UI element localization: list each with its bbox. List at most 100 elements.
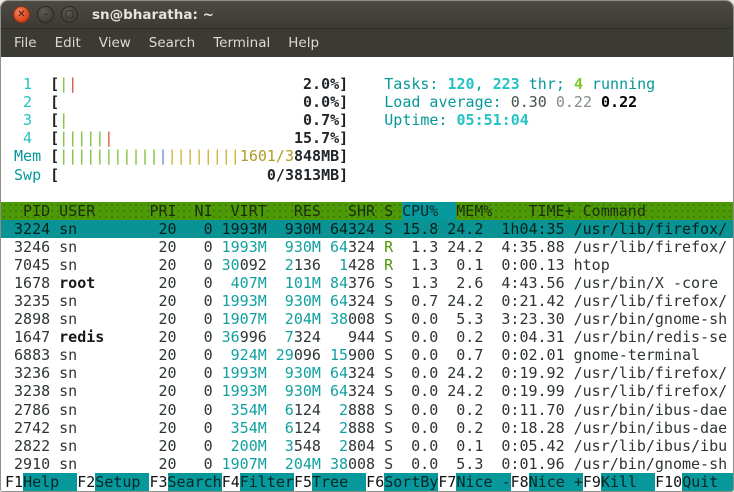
- command-cell: /usr/bin/X -core: [573, 273, 719, 292]
- meter-bar: |: [104, 129, 114, 148]
- process-row[interactable]: 6883 sn 20 0 924M 29096 15900 S 0.0 0.7 0:02.01 gno…: [1, 346, 733, 364]
- process-row[interactable]: 2898 sn 20 0 1907M 204M 38008 S 0.0 5.3 3:23.30/us…: [1, 310, 733, 328]
- uptime-part: 05:51:04: [456, 111, 529, 130]
- menu-file[interactable]: File: [5, 31, 46, 55]
- title-bar[interactable]: ✕ – ▢ sn@bharatha: ~: [1, 1, 733, 29]
- column-header-user[interactable]: USER: [59, 202, 140, 220]
- command-cell: /usr/bin/gnome-sh: [573, 310, 728, 329]
- res-value-kb: 124: [293, 418, 321, 437]
- virt-value-mb: 354M: [230, 418, 267, 437]
- shr-value-mb: 64: [329, 219, 348, 238]
- process-row[interactable]: 2910 sn 20 0 1907M 204M 38008 S 0.0 5.3 0:01.96/us…: [1, 455, 733, 473]
- process-row[interactable]: 1678 root 20 0 407M 101M 84376 S 1.3 2.6 4:43.56/u…: [1, 274, 733, 292]
- virt-value-mb: 200M: [230, 436, 267, 455]
- fkey-f6[interactable]: F6SortBy: [366, 472, 438, 491]
- cpu1-meter-line: 1 [|| 2.0%] Tasks: 120, 223 thr; 4 runnin…: [1, 75, 733, 93]
- column-header-res[interactable]: RES: [276, 202, 321, 220]
- cpu-percent-cell: 0.0: [411, 454, 439, 473]
- minimize-button[interactable]: –: [37, 6, 54, 23]
- maximize-button[interactable]: ▢: [61, 6, 78, 23]
- cpu2-label: 2: [5, 93, 51, 112]
- process-row[interactable]: 3238 sn 20 0 1993M 930M 64324 S 0.0 24.2 0:19.99/u…: [1, 382, 733, 400]
- process-row[interactable]: 2786 sn 20 0 354M 6124 2888 S 0.0 0.2 0:11.70/usr/…: [1, 400, 733, 419]
- virt-value-mb: 1993M: [221, 219, 267, 238]
- process-row[interactable]: 2742 sn 20 0 354M 6124 2888 S 0.0 0.2 0:18.28/usr/…: [1, 419, 733, 437]
- column-header-shr[interactable]: SHR: [330, 202, 375, 220]
- meter-bar: |: [203, 147, 213, 166]
- cpu-percent-cell: 0.0: [411, 382, 439, 401]
- time-cell: 0:02.01: [501, 346, 565, 365]
- fkey-key: F2: [77, 472, 96, 491]
- fkey-f1[interactable]: F1Help: [5, 472, 78, 491]
- pid-cell: 3236: [14, 364, 51, 383]
- res-value-mb: 2: [284, 255, 294, 274]
- state-cell: S: [384, 382, 394, 401]
- shr-cell: 2888: [330, 419, 375, 437]
- column-header-ni[interactable]: NI: [186, 202, 213, 220]
- column-header-mem[interactable]: MEM%: [456, 202, 492, 220]
- shr-value-kb: 888: [347, 418, 376, 437]
- priority-cell: 20: [158, 418, 177, 437]
- res-value-mb: 930M: [284, 219, 321, 238]
- terminal-content[interactable]: 1 [|| 2.0%] Tasks: 120, 223 thr; 4 runnin…: [1, 57, 733, 491]
- meter-bar: |: [167, 147, 177, 166]
- fkey-f2[interactable]: F2Setup: [77, 472, 150, 491]
- cpu3-label: 3: [5, 111, 51, 130]
- meter-bar: |: [86, 129, 96, 148]
- fkey-f9[interactable]: F9Kill: [583, 472, 656, 491]
- meter-open-bracket: [: [50, 165, 60, 184]
- pid-cell: 2742: [14, 418, 51, 437]
- process-row[interactable]: 3236 sn 20 0 1993M 930M 64324 S 0.0 24.2 0:19.92/u…: [1, 364, 733, 382]
- menu-edit[interactable]: Edit: [46, 31, 90, 55]
- process-row[interactable]: 1647 redis 20 0 36996 7324 944 S 0.0 0.2 0:04.31/u…: [1, 328, 733, 346]
- column-header-s[interactable]: S: [384, 202, 393, 220]
- process-row[interactable]: 3235 sn 20 0 1993M 930M 64324 S 0.7 24.2 0:21.42/u…: [1, 292, 733, 310]
- swp-meter-line: Swp [0/3813MB]: [1, 165, 733, 184]
- pid-cell: 2898: [14, 310, 51, 329]
- fkey-f3[interactable]: F3Search: [149, 472, 222, 491]
- fkey-f4[interactable]: F4Filter: [221, 472, 294, 491]
- process-row[interactable]: 3224 sn 20 0 1993M 930M 64324 S 15.8 24.2 1h04:35 /…: [1, 219, 733, 238]
- fkey-f8[interactable]: F8Nice +: [511, 472, 583, 491]
- state-cell: S: [384, 328, 394, 347]
- shr-value-kb: 008: [348, 310, 376, 329]
- virt-cell: 1993M: [222, 364, 267, 382]
- column-header-time[interactable]: TIME+: [501, 202, 573, 220]
- user-cell: root: [59, 273, 96, 292]
- fkey-key: F10: [655, 472, 683, 491]
- close-button[interactable]: ✕: [13, 6, 30, 23]
- column-header-cpu[interactable]: CPU%: [402, 201, 457, 220]
- fkey-key: F1: [5, 472, 24, 491]
- nice-cell: 0: [203, 328, 213, 347]
- res-cell: 930M: [276, 292, 321, 310]
- mem-used-value: 1601/3: [239, 147, 294, 166]
- cpu1-meter: || 2.0%: [59, 75, 339, 93]
- process-row[interactable]: 3246 sn 20 0 1993M 930M 64324 R 1.3 24.2 4:35.88/u…: [1, 238, 733, 256]
- process-row[interactable]: 2822 sn 20 0 200M 3548 2804 S 0.0 0.1 0:05.42/usr/…: [1, 437, 733, 455]
- menu-search[interactable]: Search: [140, 31, 204, 55]
- menu-help[interactable]: Help: [279, 31, 328, 55]
- state-cell: S: [384, 418, 394, 437]
- column-header-cmd[interactable]: Command: [583, 202, 733, 220]
- fkey-label: Help: [23, 472, 78, 491]
- process-row[interactable]: 7045 sn 20 0 30092 2136 1428 R 1.3 0.1 0:00.13 htop: [1, 256, 733, 274]
- shr-cell: 84376: [330, 274, 375, 292]
- mem-percent-cell: 2.6: [456, 273, 484, 292]
- menu-terminal[interactable]: Terminal: [204, 31, 279, 55]
- pid-cell: 3224: [14, 219, 51, 238]
- pid-cell: 7045: [14, 255, 51, 274]
- user-cell: sn: [59, 454, 78, 473]
- tasks-summary: Tasks: 120, 223 thr; 4 running: [384, 75, 655, 93]
- fkey-f7[interactable]: F7Nice -: [438, 472, 511, 491]
- cpu-percent-cell: 0.0: [411, 364, 439, 383]
- menu-view[interactable]: View: [90, 31, 140, 55]
- column-header-pid[interactable]: PID: [5, 202, 50, 220]
- column-header-pri[interactable]: PRI: [149, 202, 176, 220]
- column-header-virt[interactable]: VIRT: [222, 202, 267, 220]
- load-average-part: 0.22: [555, 93, 602, 112]
- fkey-key: F4: [221, 472, 240, 491]
- fkey-key: F7: [438, 472, 457, 491]
- fkey-f10[interactable]: F10Quit: [655, 472, 733, 491]
- shr-cell: 64324: [330, 220, 375, 238]
- fkey-f5[interactable]: F5Tree: [294, 472, 367, 491]
